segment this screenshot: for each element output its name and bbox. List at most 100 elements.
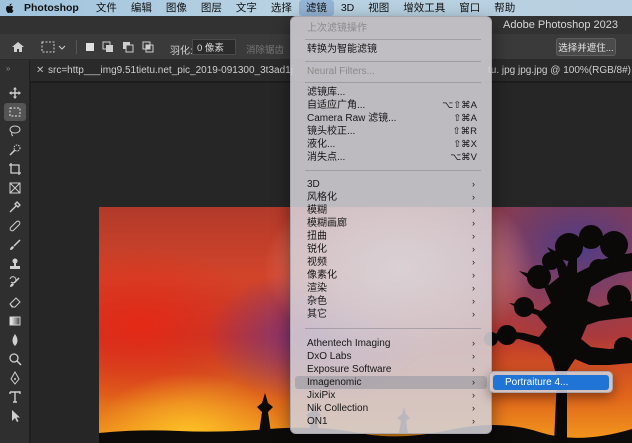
menu-layer[interactable]: 图层 bbox=[194, 0, 229, 16]
menu-separator bbox=[305, 82, 481, 83]
history-brush-icon[interactable] bbox=[4, 274, 26, 292]
gradient-icon[interactable] bbox=[4, 312, 26, 330]
menu-item-label: 杂色 bbox=[307, 296, 327, 307]
chevron-right-icon: › bbox=[472, 351, 475, 361]
menu-edit[interactable]: 编辑 bbox=[124, 0, 159, 16]
menu-item-convert-smart-filters[interactable]: 转换为智能滤镜 bbox=[295, 43, 487, 56]
home-icon[interactable] bbox=[10, 39, 26, 55]
subtract-selection-icon[interactable] bbox=[122, 41, 134, 53]
menu-item-distort[interactable]: 扭曲 › bbox=[295, 230, 487, 243]
menu-item-athentech[interactable]: Athentech Imaging › bbox=[295, 337, 487, 350]
chevron-right-icon: › bbox=[472, 416, 475, 426]
filter-menu: 上次滤镜操作 转换为智能滤镜 Neural Filters... 滤镜库... … bbox=[290, 16, 492, 434]
menu-item-dxo[interactable]: DxO Labs › bbox=[295, 350, 487, 363]
menu-view[interactable]: 视图 bbox=[361, 0, 396, 16]
chevron-right-icon: › bbox=[472, 270, 475, 280]
menu-item-3d[interactable]: 3D › bbox=[295, 178, 487, 191]
menu-item-label: Exposure Software bbox=[307, 364, 392, 375]
path-select-icon[interactable] bbox=[4, 407, 26, 425]
menu-plugins[interactable]: 增效工具 bbox=[396, 0, 452, 16]
menu-item-stylize[interactable]: 风格化 › bbox=[295, 191, 487, 204]
pen-icon[interactable] bbox=[4, 369, 26, 387]
rect-marquee-icon[interactable] bbox=[4, 103, 26, 121]
menu-item-jixipix[interactable]: JixiPix › bbox=[295, 389, 487, 402]
menu-help[interactable]: 帮助 bbox=[487, 0, 522, 16]
menu-item-render[interactable]: 渲染 › bbox=[295, 282, 487, 295]
menu-item-vanishing-point[interactable]: 消失点... ⌥⌘V bbox=[295, 151, 487, 164]
crop-icon[interactable] bbox=[4, 160, 26, 178]
close-tab-icon[interactable]: ✕ bbox=[36, 60, 44, 82]
chevron-right-icon: › bbox=[472, 309, 475, 319]
menu-shortcut: ⇧⌘A bbox=[453, 113, 477, 124]
feather-label: 羽化: bbox=[170, 45, 193, 57]
menu-item-video[interactable]: 视频 › bbox=[295, 256, 487, 269]
menu-select[interactable]: 选择 bbox=[264, 0, 299, 16]
menu-item-filter-gallery[interactable]: 滤镜库... bbox=[295, 86, 487, 99]
chevron-right-icon: › bbox=[472, 296, 475, 306]
type-icon[interactable] bbox=[4, 388, 26, 406]
menu-item-neural-filters: Neural Filters... bbox=[307, 66, 375, 77]
panel-collapse-icon[interactable]: » bbox=[6, 64, 10, 73]
menu-app-name[interactable]: Photoshop bbox=[20, 0, 89, 16]
menu-window[interactable]: 窗口 bbox=[452, 0, 487, 16]
menu-item-label: 扭曲 bbox=[307, 231, 327, 242]
menu-item-label: 其它 bbox=[307, 309, 327, 320]
menu-item-sharpen[interactable]: 锐化 › bbox=[295, 243, 487, 256]
menu-shortcut: ⇧⌘R bbox=[452, 126, 477, 137]
eraser-icon[interactable] bbox=[4, 293, 26, 311]
frame-icon[interactable] bbox=[4, 179, 26, 197]
menu-item-label: 锐化 bbox=[307, 244, 327, 255]
menu-item-label: Imagenomic bbox=[307, 377, 362, 388]
lasso-icon[interactable] bbox=[4, 122, 26, 140]
brush-icon[interactable] bbox=[4, 236, 26, 254]
menu-item-adaptive-wide-angle[interactable]: 自适应广角... ⌥⇧⌘A bbox=[295, 99, 487, 112]
chevron-right-icon: › bbox=[472, 205, 475, 215]
apple-icon[interactable] bbox=[0, 0, 20, 16]
menu-item-last-filter: 上次滤镜操作 bbox=[307, 23, 367, 34]
stamp-icon[interactable] bbox=[4, 255, 26, 273]
menu-shortcut: ⌥⌘V bbox=[450, 152, 477, 163]
menu-separator bbox=[305, 39, 481, 40]
select-and-mask-button[interactable]: 选择并遮住... bbox=[556, 38, 616, 56]
menu-3d[interactable]: 3D bbox=[334, 0, 361, 16]
move-tool-icon[interactable] bbox=[4, 84, 26, 102]
menu-shortcut: ⌥⇧⌘A bbox=[442, 100, 477, 111]
menu-item-noise[interactable]: 杂色 › bbox=[295, 295, 487, 308]
menu-image[interactable]: 图像 bbox=[159, 0, 194, 16]
menu-item-label: 滤镜库... bbox=[307, 87, 346, 98]
menu-item-label: 渲染 bbox=[307, 283, 327, 294]
menu-item-blur[interactable]: 模糊 › bbox=[295, 204, 487, 217]
healing-icon[interactable] bbox=[4, 217, 26, 235]
chevron-right-icon: › bbox=[472, 192, 475, 202]
new-selection-icon[interactable] bbox=[84, 41, 96, 53]
menu-item-camera-raw[interactable]: Camera Raw 滤镜... ⇧⌘A bbox=[295, 112, 487, 125]
menu-separator bbox=[305, 170, 481, 171]
menu-item-label: DxO Labs bbox=[307, 351, 352, 362]
menu-file[interactable]: 文件 bbox=[89, 0, 124, 16]
intersect-selection-icon[interactable] bbox=[142, 41, 154, 53]
tools-panel: » bbox=[0, 60, 30, 443]
eyedropper-icon[interactable] bbox=[4, 198, 26, 216]
marquee-preset-icon[interactable] bbox=[40, 39, 68, 55]
document-tab-title: src=http___img9.51tietu.net_pic_2019-091… bbox=[48, 65, 293, 76]
blur-icon[interactable] bbox=[4, 331, 26, 349]
menu-item-on1[interactable]: ON1 › bbox=[295, 415, 487, 428]
feather-input[interactable]: 0 像素 bbox=[192, 39, 236, 55]
menu-item-label: Camera Raw 滤镜... bbox=[307, 113, 397, 124]
menu-item-lens-correction[interactable]: 镜头校正... ⇧⌘R bbox=[295, 125, 487, 138]
menu-type[interactable]: 文字 bbox=[229, 0, 264, 16]
menu-item-exposure-software[interactable]: Exposure Software › bbox=[295, 363, 487, 376]
menu-filter[interactable]: 滤镜 bbox=[298, 0, 334, 16]
dodge-icon[interactable] bbox=[4, 350, 26, 368]
menu-item-other[interactable]: 其它 › bbox=[295, 308, 487, 321]
add-selection-icon[interactable] bbox=[102, 41, 114, 53]
menu-item-imagenomic[interactable]: Imagenomic › bbox=[295, 376, 487, 389]
quick-select-icon[interactable] bbox=[4, 141, 26, 159]
menu-item-blur-gallery[interactable]: 模糊画廊 › bbox=[295, 217, 487, 230]
menu-item-pixelate[interactable]: 像素化 › bbox=[295, 269, 487, 282]
menu-item-nik-collection[interactable]: Nik Collection › bbox=[295, 402, 487, 415]
menu-item-portraiture[interactable]: Portraiture 4... bbox=[493, 375, 609, 390]
chevron-right-icon: › bbox=[472, 338, 475, 348]
menu-separator bbox=[305, 328, 481, 329]
menu-item-liquify[interactable]: 液化... ⇧⌘X bbox=[295, 138, 487, 151]
